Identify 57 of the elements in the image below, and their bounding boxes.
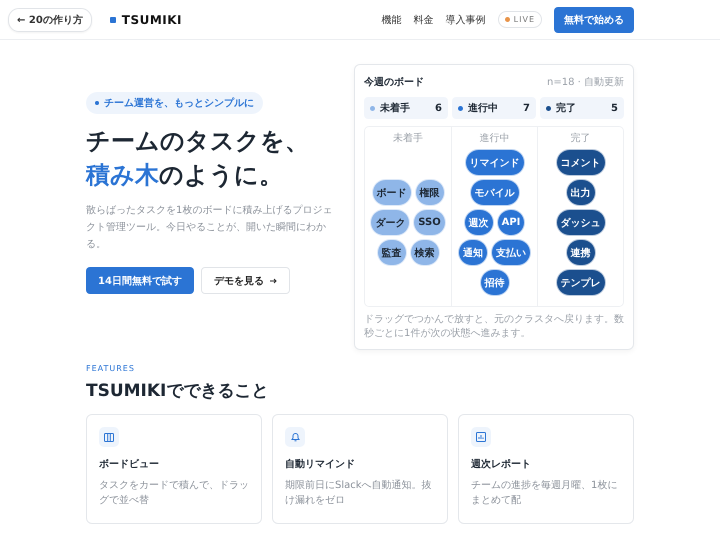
feature-description: 期限前日にSlackへ自動通知。抜け漏れをゼロ <box>285 478 433 508</box>
nav-link[interactable]: 機能 <box>382 12 402 26</box>
section-eyebrow: FEATURES <box>86 364 136 373</box>
live-badge: LIVE <box>498 11 542 28</box>
task-bubble[interactable]: テンプレ <box>556 269 606 296</box>
task-bubble[interactable]: 週次 <box>464 209 494 236</box>
status-count: 5 <box>611 102 618 114</box>
status-label: 未着手 <box>380 101 410 115</box>
board-meta: n=18 · 自動更新 <box>547 76 624 89</box>
task-bubble[interactable]: 支払い <box>491 239 531 266</box>
task-bubble[interactable]: 通知 <box>458 239 488 266</box>
feature-description: タスクをカードで積んで、ドラッグで並べ替 <box>99 478 249 508</box>
status-label: 完了 <box>556 101 576 115</box>
column-heading: 進行中 <box>480 132 510 145</box>
feature-description: チームの進捗を毎週月曜、1枚にまとめて配 <box>471 478 618 508</box>
feature-title: 自動リマインド <box>285 458 356 471</box>
nav-link[interactable]: 導入事例 <box>446 12 486 26</box>
status-count: 7 <box>523 102 530 114</box>
task-bubble[interactable]: 招待 <box>480 269 510 296</box>
logo-text: TSUMIKI <box>122 12 182 26</box>
hero-headline: チームのタスクを、 積み木のように。 <box>86 126 310 191</box>
section-title: TSUMIKIでできること <box>86 380 270 402</box>
board-note: ドラッグでつかんで放すと、元のクラスタへ戻ります。数秒ごとに1件が次の状態へ進みます。 <box>364 313 624 341</box>
task-bubble[interactable]: ボード <box>372 179 412 206</box>
task-bubble[interactable]: API <box>496 209 526 236</box>
status-label: 進行中 <box>468 102 498 115</box>
tagline-badge: チーム運営を、もっとシンプルに <box>86 92 263 114</box>
task-bubble[interactable]: SSO <box>413 209 446 236</box>
task-bubble[interactable]: ダッシュ <box>556 209 606 236</box>
task-bubble[interactable]: コメント <box>556 149 606 176</box>
task-bubble[interactable]: モバイル <box>470 179 520 206</box>
status-dot-icon <box>504 17 510 22</box>
back-link[interactable]: ← 20の作り方 <box>8 8 92 32</box>
task-bubble[interactable]: 検索 <box>410 239 440 266</box>
task-bubble[interactable]: 連携 <box>566 239 596 266</box>
arrow-right-icon <box>270 278 277 284</box>
task-bubble[interactable]: 権限 <box>414 179 444 206</box>
cta-button[interactable]: 無料で始める <box>554 6 634 32</box>
feature-title: ボードビュー <box>99 458 160 471</box>
status-count: 6 <box>435 102 442 114</box>
demo-button[interactable]: デモを見る <box>200 267 290 294</box>
column-heading: 未着手 <box>393 132 423 145</box>
feature-title: 週次レポート <box>471 458 532 471</box>
task-bubble[interactable]: ダーク <box>370 209 410 236</box>
logo-icon <box>110 16 116 22</box>
trial-button[interactable]: 14日間無料で試す <box>86 267 194 294</box>
columns-icon <box>104 432 114 442</box>
task-bubble[interactable]: 監査 <box>376 239 406 266</box>
hero-description: 散らばったタスクを1枚のボードに積み上げるプロジェクト管理ツール。今日やることが、開いた瞬間にわかる。 <box>86 204 334 252</box>
nav-link[interactable]: 料金 <box>414 12 434 26</box>
board-title: 今週のボード <box>364 76 424 89</box>
task-bubble[interactable]: 出力 <box>566 179 596 206</box>
task-bubble[interactable]: リマインド <box>464 149 524 176</box>
bell-icon <box>290 432 300 442</box>
bullet-icon <box>95 101 99 105</box>
column-heading: 完了 <box>570 132 590 145</box>
chart-icon <box>476 432 486 442</box>
